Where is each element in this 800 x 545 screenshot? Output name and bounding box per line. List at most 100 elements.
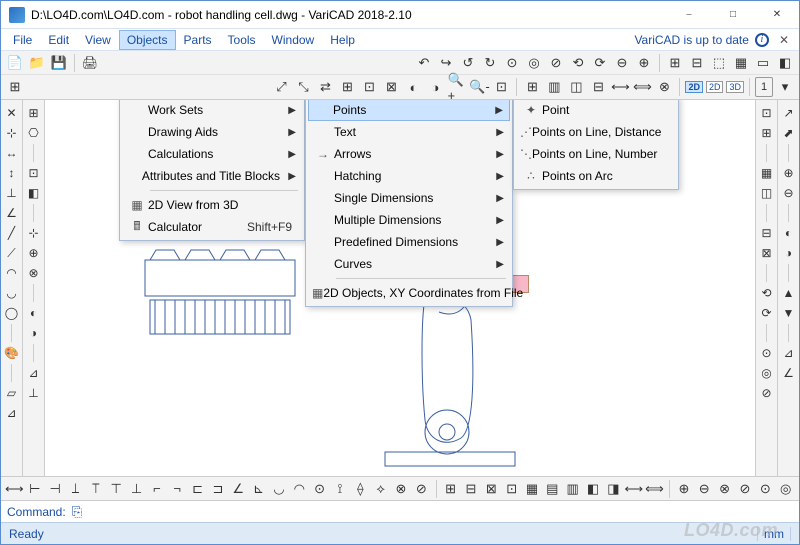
mode-badge-3d-2[interactable]: 3D xyxy=(726,81,744,93)
btb-btn-19[interactable]: ⊗ xyxy=(392,479,410,499)
btb-btn-36[interactable]: ⊗ xyxy=(715,479,733,499)
menu-item-multiple-dimensions[interactable]: Multiple Dimensions▶ xyxy=(308,209,510,231)
btb-btn-39[interactable]: ◎ xyxy=(776,479,794,499)
btb-btn-4[interactable]: ⟙ xyxy=(87,479,105,499)
btb-btn-34[interactable]: ⊕ xyxy=(675,479,693,499)
rt1-btn-3[interactable]: ▦ xyxy=(758,164,776,182)
menu-edit[interactable]: Edit xyxy=(40,30,77,50)
menu-item-text[interactable]: Text▶ xyxy=(308,121,510,143)
menu-window[interactable]: Window xyxy=(264,30,323,50)
tb2r-btn-15[interactable]: ⊟ xyxy=(588,77,608,97)
btb-btn-30[interactable]: ◨ xyxy=(604,479,622,499)
tb2r-btn-14[interactable]: ◫ xyxy=(566,77,586,97)
lt1-btn-6[interactable]: ╱ xyxy=(3,224,21,242)
lt1-btn-8[interactable]: ◠ xyxy=(3,264,21,282)
menu-item-calculator[interactable]: 🖩CalculatorShift+F9 xyxy=(122,216,302,238)
tb1r-btn-15[interactable]: ▦ xyxy=(731,53,751,73)
menu-file[interactable]: File xyxy=(5,30,40,50)
tb1r-btn-6[interactable]: ⊘ xyxy=(546,53,566,73)
tb2r-btn-2[interactable]: ⇄ xyxy=(315,77,335,97)
tb1r-btn-3[interactable]: ↻ xyxy=(480,53,500,73)
btb-btn-13[interactable]: ◡ xyxy=(270,479,288,499)
lt1-btn-15[interactable]: ⊿ xyxy=(3,404,21,422)
btb-btn-10[interactable]: ⊐ xyxy=(209,479,227,499)
menu-item-drawing-aids[interactable]: Drawing Aids▶ xyxy=(122,121,302,143)
menu-item-point[interactable]: ✦Point xyxy=(516,100,676,121)
lt1-btn-1[interactable]: ⊹ xyxy=(3,124,21,142)
tb1-btn-2[interactable]: 💾 xyxy=(49,53,69,73)
lt1-btn-7[interactable]: ⟋ xyxy=(3,244,21,262)
btb-btn-15[interactable]: ⊙ xyxy=(310,479,328,499)
lt2-btn-11[interactable]: ◑ xyxy=(25,324,43,342)
tb1r-btn-7[interactable]: ⟲ xyxy=(568,53,588,73)
tb1-btn-1[interactable]: 📁 xyxy=(27,53,47,73)
tb2r-btn-13[interactable]: ▥ xyxy=(544,77,564,97)
btb-btn-9[interactable]: ⊏ xyxy=(188,479,206,499)
rt1-btn-1[interactable]: ⊞ xyxy=(758,124,776,142)
rt1-btn-14[interactable]: ⊘ xyxy=(758,384,776,402)
lt2-btn-0[interactable]: ⊞ xyxy=(25,104,43,122)
tb2r-btn-18[interactable]: ⊗ xyxy=(654,77,674,97)
minimize-button[interactable]: – xyxy=(667,1,711,29)
rt2-btn-10[interactable]: ▼ xyxy=(780,304,798,322)
menu-item-calculations[interactable]: Calculations▶ xyxy=(122,143,302,165)
btb-btn-23[interactable]: ⊟ xyxy=(462,479,480,499)
lt1-btn-10[interactable]: ◯ xyxy=(3,304,21,322)
btb-btn-1[interactable]: ⊢ xyxy=(26,479,44,499)
btb-btn-6[interactable]: ⊥ xyxy=(127,479,145,499)
rt1-btn-4[interactable]: ◫ xyxy=(758,184,776,202)
tb1r-btn-14[interactable]: ⬚ xyxy=(709,53,729,73)
btb-btn-35[interactable]: ⊖ xyxy=(695,479,713,499)
tb1-btn-0[interactable]: 📄 xyxy=(5,53,25,73)
menu-item-hatching[interactable]: Hatching▶ xyxy=(308,165,510,187)
tb1r-btn-1[interactable]: ↪ xyxy=(436,53,456,73)
rt1-btn-0[interactable]: ⊡ xyxy=(758,104,776,122)
rt2-btn-1[interactable]: ⬈ xyxy=(780,124,798,142)
tb1r-btn-2[interactable]: ↺ xyxy=(458,53,478,73)
menu-item-work-sets[interactable]: Work Sets▶ xyxy=(122,100,302,121)
tb2r-btn-0[interactable]: ⤢ xyxy=(271,77,291,97)
menu-item-single-dimensions[interactable]: Single Dimensions▶ xyxy=(308,187,510,209)
lt2-btn-10[interactable]: ◐ xyxy=(25,304,43,322)
tb2r-btn-3[interactable]: ⊞ xyxy=(337,77,357,97)
tb2r-btn-5[interactable]: ⊠ xyxy=(381,77,401,97)
tb1-btn-4[interactable]: 🖨 xyxy=(80,53,100,73)
tb1r-btn-12[interactable]: ⊞ xyxy=(665,53,685,73)
rt2-btn-4[interactable]: ⊖ xyxy=(780,184,798,202)
menu-item-attributes-and-title-blocks[interactable]: Attributes and Title Blocks▶ xyxy=(122,165,302,187)
tb2r-btn-8[interactable]: 🔍+ xyxy=(447,77,467,97)
rt2-btn-9[interactable]: ▲ xyxy=(780,284,798,302)
lt2-btn-3[interactable]: ⊡ xyxy=(25,164,43,182)
menu-help[interactable]: Help xyxy=(322,30,363,50)
close-button[interactable]: ✕ xyxy=(755,1,799,29)
tb1r-btn-9[interactable]: ⊖ xyxy=(612,53,632,73)
tb2r-btn-6[interactable]: ◐ xyxy=(403,77,423,97)
lt2-btn-4[interactable]: ◧ xyxy=(25,184,43,202)
tb1r-btn-0[interactable]: ↶ xyxy=(414,53,434,73)
menu-parts[interactable]: Parts xyxy=(176,30,220,50)
lt2-btn-8[interactable]: ⊗ xyxy=(25,264,43,282)
tb1r-btn-16[interactable]: ▭ xyxy=(753,53,773,73)
btb-btn-8[interactable]: ¬ xyxy=(168,479,186,499)
tb1r-btn-8[interactable]: ⟳ xyxy=(590,53,610,73)
menu-item-curves[interactable]: Curves▶ xyxy=(308,253,510,275)
lt1-btn-0[interactable]: ✕ xyxy=(3,104,21,122)
btb-btn-11[interactable]: ∠ xyxy=(229,479,247,499)
btb-btn-5[interactable]: ⊤ xyxy=(107,479,125,499)
lt2-btn-13[interactable]: ⊿ xyxy=(25,364,43,382)
lt1-btn-4[interactable]: ⊥ xyxy=(3,184,21,202)
lt1-btn-2[interactable]: ↔ xyxy=(3,144,21,162)
tb1r-btn-10[interactable]: ⊕ xyxy=(634,53,654,73)
tb2r-btn-12[interactable]: ⊞ xyxy=(522,77,542,97)
rt1-btn-7[interactable]: ⊠ xyxy=(758,244,776,262)
rt2-btn-0[interactable]: ↗ xyxy=(780,104,798,122)
rt1-btn-10[interactable]: ⟳ xyxy=(758,304,776,322)
drawing-canvas[interactable]: Draw▶Check▶Work Sets▶Drawing Aids▶Calcul… xyxy=(45,100,755,476)
menu-tools[interactable]: Tools xyxy=(220,30,264,50)
rt2-btn-7[interactable]: ◑ xyxy=(780,244,798,262)
btb-btn-16[interactable]: ⟟ xyxy=(331,479,349,499)
command-icon[interactable]: ⎘ xyxy=(72,504,82,520)
menu-objects[interactable]: Objects xyxy=(119,30,176,50)
btb-btn-18[interactable]: ⟡ xyxy=(371,479,389,499)
btb-btn-12[interactable]: ⊾ xyxy=(249,479,267,499)
